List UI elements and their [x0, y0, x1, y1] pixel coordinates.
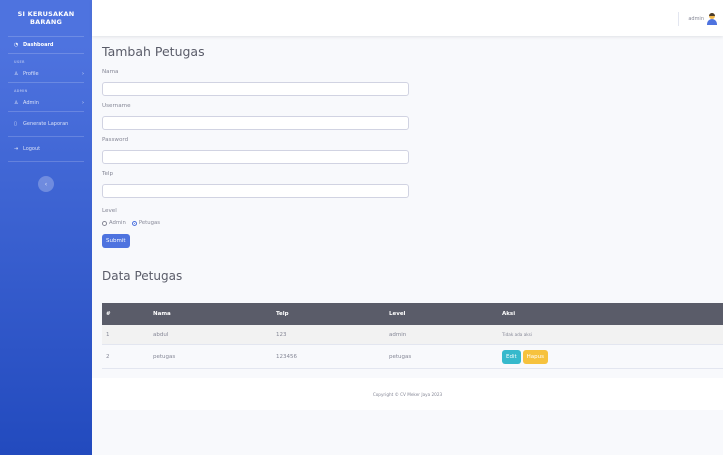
cell-nama: petugas	[153, 353, 176, 360]
sidebar-item-label: Profile	[23, 71, 39, 77]
sidebar-heading-admin: ADMIN	[14, 89, 28, 93]
footer: Copyright © CV Meker Jaya 2023	[92, 378, 723, 410]
nama-input[interactable]	[102, 82, 409, 96]
level-radio-group: Admin Petugas	[102, 220, 722, 226]
sidebar-item-dashboard[interactable]: ◔ Dashboard	[0, 37, 92, 53]
password-input[interactable]	[102, 150, 409, 164]
header-aksi: Aksi	[502, 311, 516, 317]
file-icon: ▯	[14, 121, 17, 127]
username-label: Username	[102, 103, 131, 109]
copyright-text: Copyright © CV Meker Jaya 2023	[372, 391, 443, 397]
sidebar-divider	[8, 161, 84, 162]
header-no: #	[106, 311, 111, 317]
telp-input[interactable]	[102, 184, 409, 198]
level-option-admin[interactable]: Admin	[102, 220, 126, 226]
telp-label: Telp	[102, 171, 114, 177]
main-content: Tambah Petugas Nama Username Password Te…	[102, 44, 722, 287]
radio-admin[interactable]	[102, 220, 107, 226]
sidebar-item-label: Logout	[23, 146, 41, 152]
level-option-petugas[interactable]: Petugas	[131, 220, 160, 226]
user-name: admin	[688, 16, 704, 22]
form-group-nama: Nama	[102, 69, 722, 96]
radio-label-admin: Admin	[109, 220, 126, 226]
cell-aksi: Tidak ada aksi	[502, 332, 533, 337]
sidebar-item-generate-laporan[interactable]: ▯ Generate Laporan	[0, 116, 92, 132]
brand-line-1: SI KERUSAKAN	[17, 10, 75, 18]
sidebar-item-label: Admin	[23, 100, 39, 106]
form-group-level: Level Admin Petugas	[102, 208, 722, 226]
chevron-left-icon: ‹	[44, 180, 48, 188]
edit-button[interactable]: Edit	[502, 349, 521, 364]
petugas-table: # Nama Telp Level Aksi 1 abdul 123 admin…	[102, 303, 723, 369]
level-label: Level	[102, 208, 117, 214]
password-label: Password	[102, 137, 129, 143]
table-title: Data Petugas	[102, 269, 183, 283]
sidebar-divider	[8, 111, 84, 112]
avatar	[707, 13, 717, 25]
sidebar-item-admin[interactable]: ♙ Admin ›	[0, 95, 92, 111]
user-icon: ♙	[14, 71, 19, 77]
cell-nama: abdul	[153, 331, 169, 338]
cell-telp: 123	[276, 331, 287, 338]
sidebar-item-label: Dashboard	[23, 42, 54, 48]
table-row: 2 petugas 123456 petugas Edit Hapus	[102, 345, 723, 369]
cell-no: 1	[106, 331, 110, 338]
chevron-right-icon: ›	[82, 100, 84, 106]
sidebar-divider	[8, 136, 84, 137]
username-input[interactable]	[102, 116, 409, 130]
radio-label-petugas: Petugas	[138, 220, 160, 226]
table-header: # Nama Telp Level Aksi	[102, 303, 723, 325]
cell-level: petugas	[389, 353, 412, 360]
topbar: admin	[92, 0, 723, 36]
sidebar-toggle-button[interactable]: ‹	[38, 176, 54, 192]
form-group-username: Username	[102, 103, 722, 130]
sidebar-item-profile[interactable]: ♙ Profile ›	[0, 66, 92, 82]
nama-label: Nama	[102, 69, 119, 75]
header-level: Level	[389, 311, 406, 317]
brand[interactable]: SI KERUSAKAN BARANG	[0, 0, 92, 36]
form-group-password: Password	[102, 137, 722, 164]
submit-button[interactable]: Submit	[102, 234, 130, 248]
logout-icon: ⇥	[14, 146, 19, 152]
radio-petugas[interactable]	[131, 220, 137, 226]
page-title: Tambah Petugas	[102, 44, 205, 59]
sidebar-item-logout[interactable]: ⇥ Logout	[0, 141, 92, 157]
delete-button[interactable]: Hapus	[522, 349, 549, 364]
sidebar: SI KERUSAKAN BARANG ◔ Dashboard USER ♙ P…	[0, 0, 92, 455]
cell-telp: 123456	[276, 353, 297, 360]
dashboard-icon: ◔	[14, 42, 19, 48]
sidebar-heading-user: USER	[14, 60, 25, 64]
header-telp: Telp	[276, 311, 289, 317]
table-row: 1 abdul 123 admin Tidak ada aksi	[102, 325, 723, 345]
form-group-telp: Telp	[102, 171, 722, 198]
users-icon: ♙	[14, 100, 19, 106]
cell-aksi: Edit Hapus	[502, 349, 723, 364]
cell-no: 2	[106, 353, 110, 360]
header-nama: Nama	[153, 311, 171, 317]
user-menu[interactable]: admin	[678, 12, 717, 26]
brand-line-2: BARANG	[30, 18, 62, 26]
cell-level: admin	[389, 331, 407, 338]
sidebar-item-label: Generate Laporan	[23, 121, 69, 127]
chevron-right-icon: ›	[82, 71, 84, 77]
